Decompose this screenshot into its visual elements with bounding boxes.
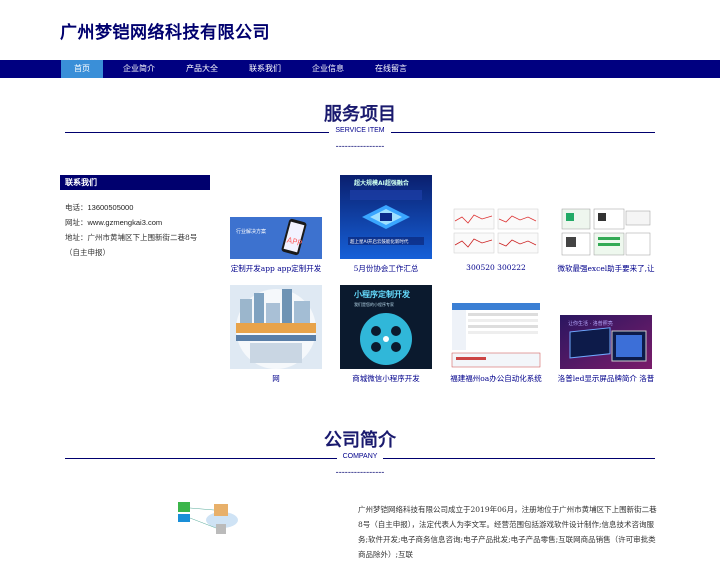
company-title: 公司简介	[324, 430, 396, 451]
product-card[interactable]: 让你生活 · 洛普照亮 洛普led显示屏品牌简介 洛普	[558, 285, 654, 385]
product-caption[interactable]: 定制开发app app定制开发	[226, 263, 326, 274]
contact-website: 网址：www.gzmengkai3.com	[65, 218, 163, 227]
product-card[interactable]: 行业解决方案 APP 定制开发app app定制开发	[230, 175, 322, 275]
product-caption[interactable]: 商城微信小程序开发	[336, 373, 436, 384]
nav-products[interactable]: 产品大全	[180, 60, 224, 78]
product-card[interactable]: 超大规模AI超强融合 超上星AI开启云鼓能化新时代 5月份协会工作汇总	[340, 175, 432, 275]
ai-chip-image[interactable]: 超大规模AI超强融合 超上星AI开启云鼓能化新时代	[340, 175, 432, 259]
services-title: 服务项目	[324, 104, 396, 125]
website-link[interactable]: www.gzmengkai3.com	[88, 218, 163, 227]
product-caption[interactable]: 微软最强excel助手要来了,让	[556, 263, 656, 274]
company-intro-text: 广州梦铠网络科技有限公司成立于2019年06月，注册地位于广州市黄埔区下上围新街…	[358, 505, 657, 559]
led-display-image[interactable]: 让你生活 · 洛普照亮	[560, 315, 652, 369]
product-caption[interactable]: 300520 300222	[446, 263, 546, 272]
services-dashes: ----------------	[335, 142, 385, 152]
product-card[interactable]: 300520 300222	[450, 175, 542, 275]
main-nav: 首页 企业简介 产品大全 联系我们 企业信息 在线留言	[0, 60, 720, 78]
product-card[interactable]: 小程序定制开发 我们是您的小程序专家 商城微信小程序开发	[340, 285, 432, 385]
app-banner-text: 行业解决方案	[236, 228, 266, 235]
app-dev-image[interactable]: 行业解决方案 APP	[230, 217, 322, 259]
nav-contact[interactable]: 联系我们	[243, 60, 287, 78]
product-caption[interactable]: 福建福州oa办公自动化系统	[446, 373, 546, 384]
ai-banner-top-text: 超大规模AI超强融合	[353, 179, 410, 187]
product-card[interactable]: 微软最强excel助手要来了,让	[557, 175, 655, 275]
nav-company-intro[interactable]: 企业简介	[117, 60, 161, 78]
nav-company-info[interactable]: 企业信息	[306, 60, 350, 78]
mini-banner-subtitle: 我们是您的小程序专家	[354, 301, 394, 307]
mini-program-image[interactable]: 小程序定制开发 我们是您的小程序专家	[340, 285, 432, 369]
contact-phone: 电话：13600505000	[65, 203, 134, 212]
product-caption[interactable]: 5月份协会工作汇总	[336, 263, 436, 274]
company-subtitle: COMPANY	[0, 453, 720, 460]
oa-screens-image[interactable]	[450, 301, 542, 369]
company-dashes: ----------------	[335, 468, 385, 478]
nav-home[interactable]: 首页	[61, 60, 103, 78]
contact-address: 地址：广州市黄埔区下上围新街二巷8号（自主申报）	[65, 233, 198, 257]
led-banner-text: 让你生活 · 洛普照亮	[568, 320, 613, 327]
contact-heading: 联系我们	[60, 175, 210, 190]
city-skyline-image[interactable]	[230, 285, 322, 369]
product-caption[interactable]: 网	[226, 373, 326, 384]
product-caption[interactable]: 洛普led显示屏品牌简介 洛普	[556, 373, 656, 384]
line-charts-image[interactable]	[450, 207, 542, 259]
product-card[interactable]: 网	[230, 285, 322, 385]
services-subtitle: SERVICE ITEM	[0, 127, 720, 134]
nav-message[interactable]: 在线留言	[369, 60, 413, 78]
product-card[interactable]: 福建福州oa办公自动化系统	[450, 285, 542, 385]
excel-screens-image[interactable]	[560, 207, 652, 259]
mini-banner-title: 小程序定制开发	[353, 289, 411, 299]
company-diagram-image	[170, 498, 250, 540]
ai-banner-bottom-text: 超上星AI开启云鼓能化新时代	[350, 238, 409, 245]
site-title[interactable]: 广州梦铠网络科技有限公司	[60, 18, 270, 43]
